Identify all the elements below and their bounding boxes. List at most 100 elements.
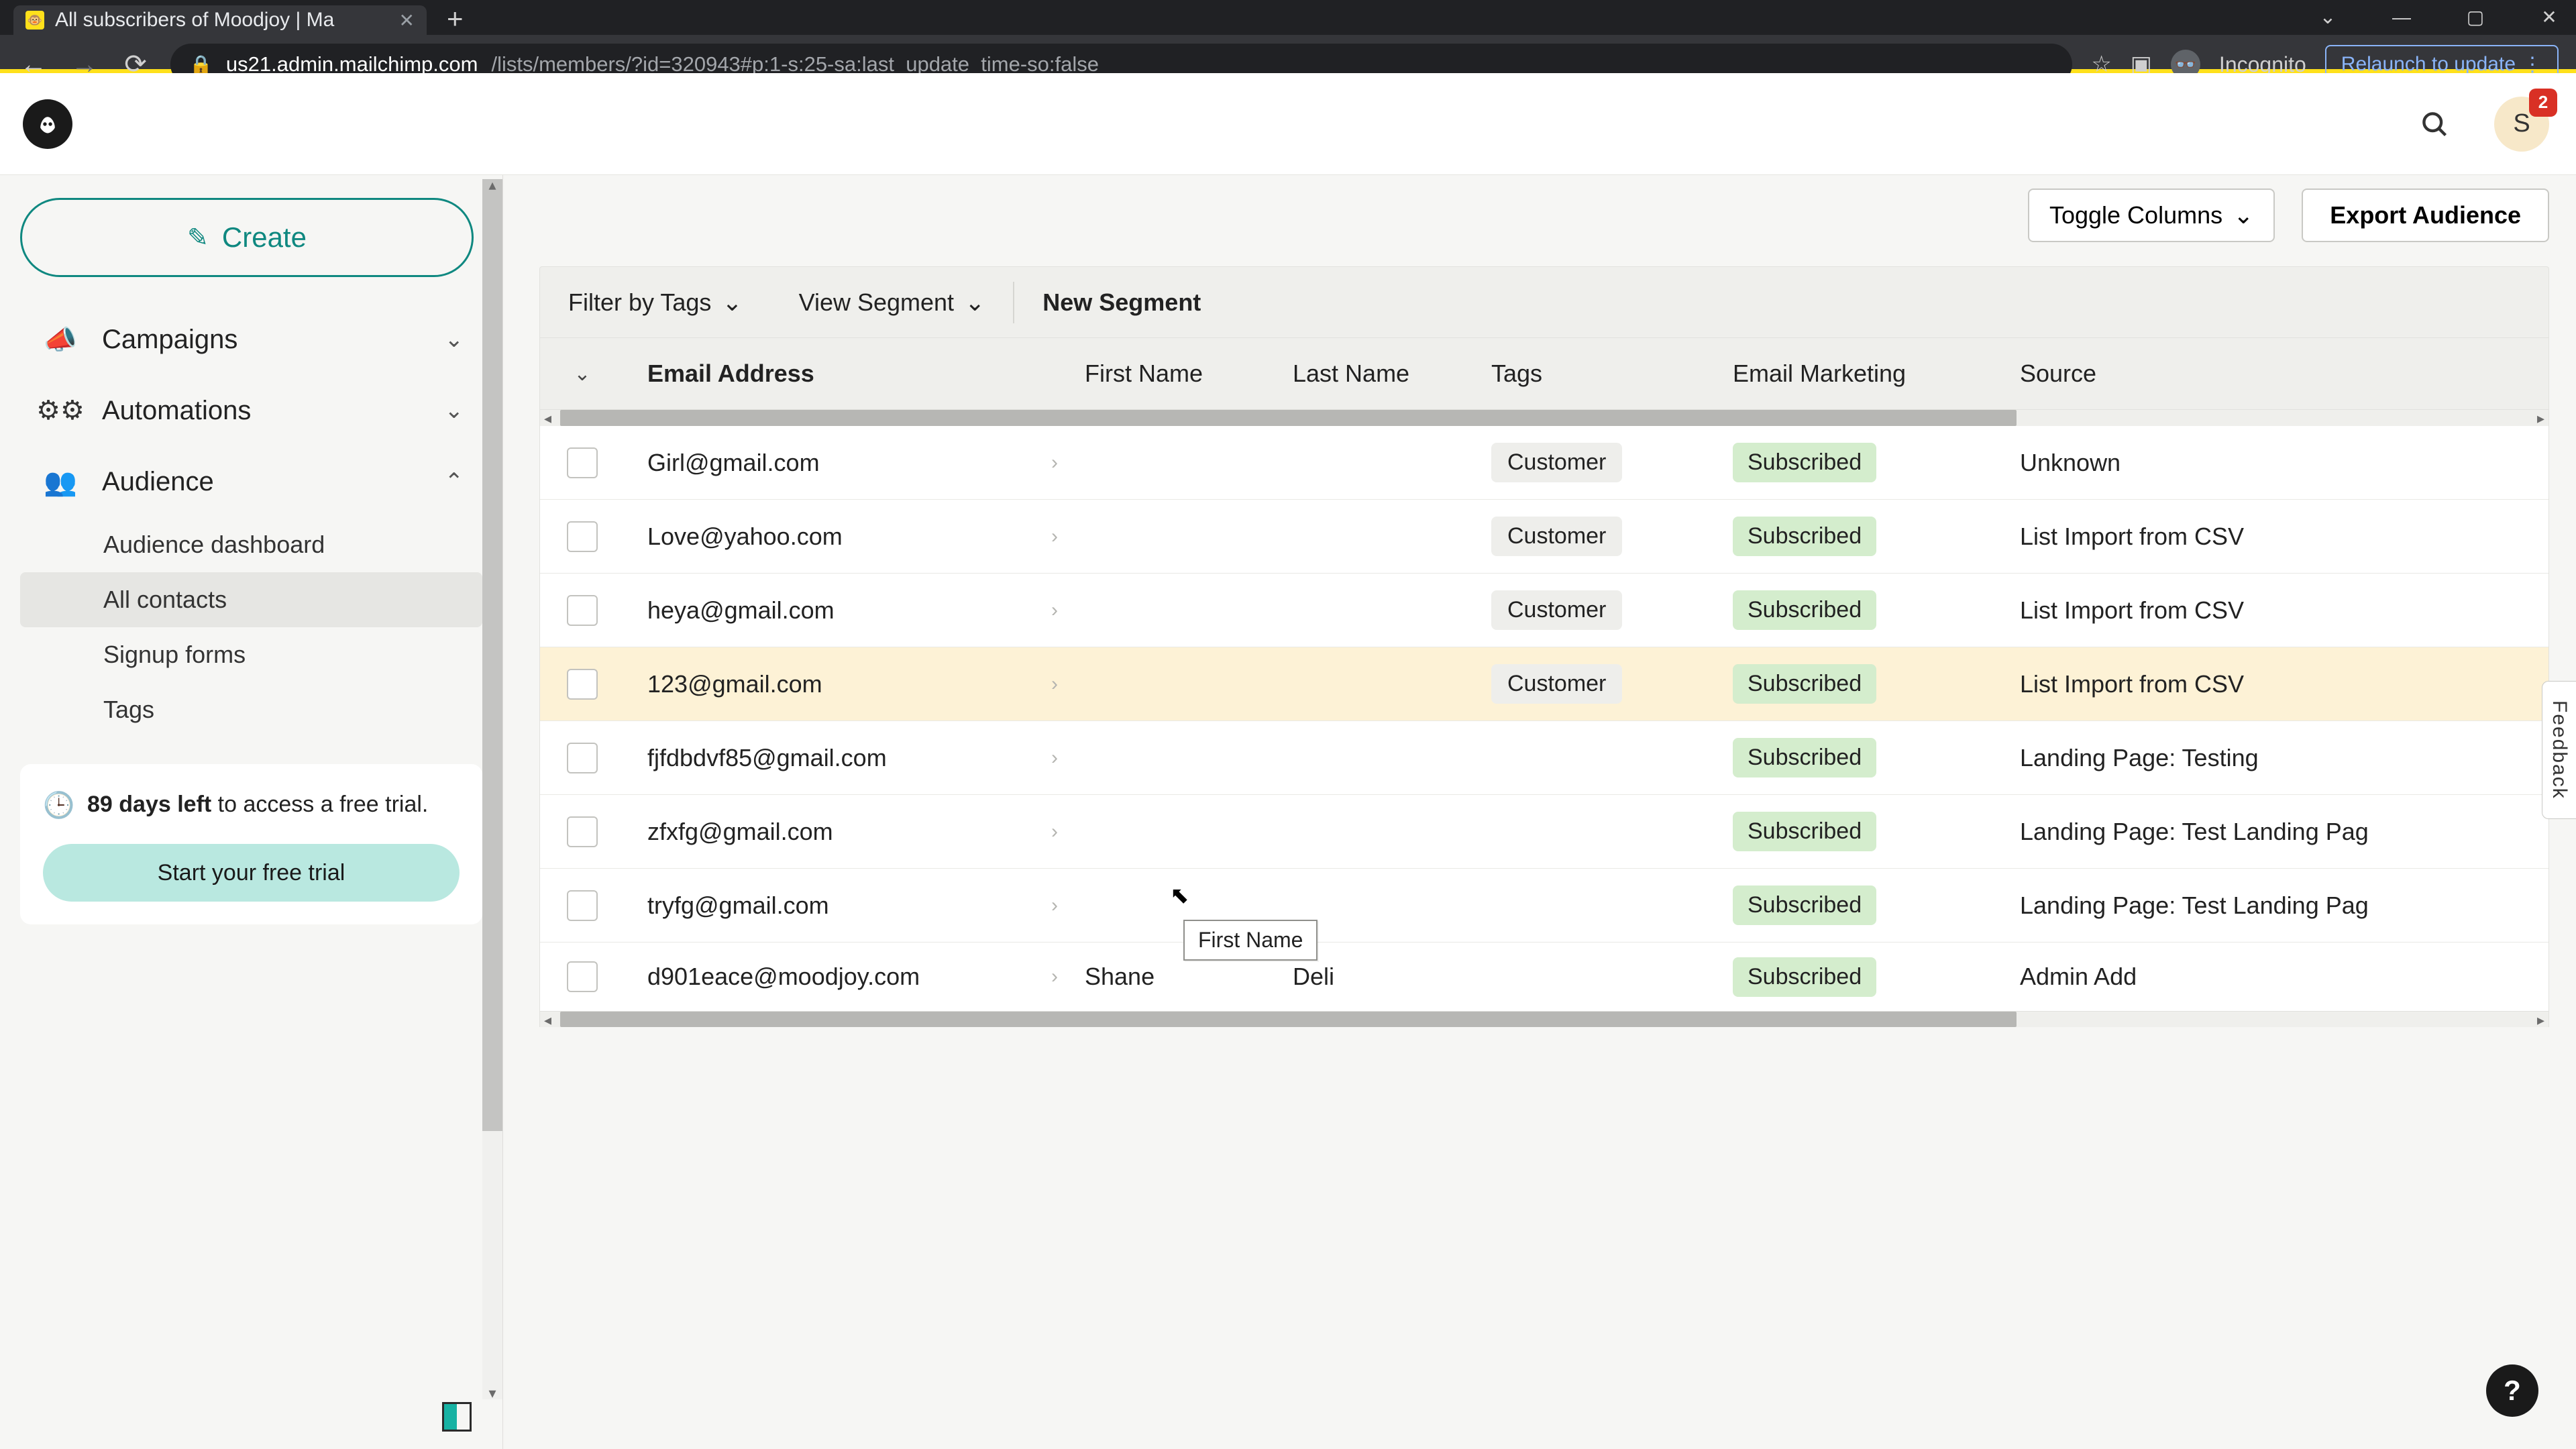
col-email[interactable]: Email Address: [625, 360, 1085, 388]
feedback-tab[interactable]: Feedback: [2542, 681, 2576, 819]
col-last-name[interactable]: Last Name: [1293, 360, 1491, 388]
col-tags[interactable]: Tags: [1491, 360, 1733, 388]
row-checkbox[interactable]: [567, 521, 598, 552]
chevron-right-icon[interactable]: ›: [1051, 451, 1058, 474]
email-text: Love@yahoo.com: [647, 523, 843, 551]
cell-email[interactable]: zfxfg@gmail.com›: [625, 818, 1085, 846]
cell-email[interactable]: fjfdbdvf85@gmail.com ›: [625, 744, 1085, 772]
tag-badge[interactable]: Customer: [1491, 443, 1622, 482]
scroll-thumb[interactable]: [560, 1012, 2017, 1027]
horizontal-scrollbar-bottom[interactable]: ◂ ▸: [539, 1011, 2549, 1027]
tab-close-icon[interactable]: ✕: [399, 9, 415, 32]
new-tab-button[interactable]: +: [447, 3, 464, 35]
scroll-right-icon[interactable]: ▸: [2537, 410, 2544, 427]
chevron-right-icon[interactable]: ›: [1051, 525, 1058, 548]
chevron-right-icon[interactable]: ›: [1051, 747, 1058, 769]
filter-by-tags[interactable]: Filter by Tags ⌄: [540, 267, 771, 337]
cell-email[interactable]: heya@gmail.com›: [625, 596, 1085, 625]
chevron-right-icon[interactable]: ›: [1051, 894, 1058, 917]
chevron-right-icon[interactable]: ›: [1051, 965, 1058, 988]
sidebar-scrollbar[interactable]: ▴ ▾: [482, 179, 502, 1399]
col-email-marketing[interactable]: Email Marketing: [1733, 360, 2020, 388]
export-audience-button[interactable]: Export Audience: [2302, 189, 2549, 242]
search-icon[interactable]: [2407, 97, 2462, 152]
row-checkbox[interactable]: [567, 890, 598, 921]
status-badge: Subscribed: [1733, 590, 1876, 630]
email-text: fjfdbdvf85@gmail.com: [647, 744, 887, 772]
scroll-thumb[interactable]: [482, 179, 502, 1131]
scroll-thumb[interactable]: [560, 410, 2017, 426]
row-checkbox[interactable]: [567, 595, 598, 626]
row-checkbox-cell: [540, 890, 625, 921]
user-avatar[interactable]: S 2: [2494, 97, 2549, 152]
trial-days: 89 days left: [87, 792, 211, 817]
window-maximize-icon[interactable]: ▢: [2462, 6, 2489, 28]
cell-email-marketing: Subscribed: [1733, 738, 2020, 777]
browser-tab[interactable]: 🐵 All subscribers of Moodjoy | Ma ✕: [13, 5, 427, 35]
extension-icon[interactable]: [442, 1402, 472, 1432]
cell-source: List Import from CSV: [2020, 596, 2548, 625]
nav-tags[interactable]: Tags: [20, 682, 482, 737]
start-trial-button[interactable]: Start your free trial: [43, 844, 460, 902]
row-checkbox-cell: [540, 521, 625, 552]
row-checkbox-cell: [540, 669, 625, 700]
create-button[interactable]: ✎ Create: [20, 198, 474, 277]
audience-icon: 👥: [42, 466, 79, 498]
table-row[interactable]: d901eace@moodjoy.com›ShaneDeliSubscribed…: [540, 943, 2548, 1011]
row-checkbox[interactable]: [567, 961, 598, 992]
table-row[interactable]: tryfg@gmail.com› SubscribedLanding Page: …: [540, 869, 2548, 943]
table-row[interactable]: fjfdbdvf85@gmail.com›SubscribedLanding P…: [540, 721, 2548, 795]
scroll-right-icon[interactable]: ▸: [2537, 1012, 2544, 1029]
window-minimize-icon[interactable]: —: [2388, 7, 2415, 28]
cell-email-marketing: Subscribed: [1733, 443, 2020, 482]
table-row[interactable]: zfxfg@gmail.com›SubscribedLanding Page: …: [540, 795, 2548, 869]
scroll-left-icon[interactable]: ◂: [544, 410, 551, 427]
scroll-up-icon[interactable]: ▴: [482, 176, 502, 194]
table-row[interactable]: Girl@gmail.com›CustomerSubscribedUnknown: [540, 426, 2548, 500]
chevron-right-icon[interactable]: ›: [1051, 820, 1058, 843]
cell-email[interactable]: Love@yahoo.com ›: [625, 523, 1085, 551]
nav-campaigns[interactable]: 📣 Campaigns ⌄: [20, 304, 482, 375]
scroll-left-icon[interactable]: ◂: [544, 1012, 551, 1029]
row-checkbox[interactable]: [567, 669, 598, 700]
nav-all-contacts[interactable]: All contacts: [20, 572, 482, 627]
horizontal-scrollbar-top[interactable]: ◂ ▸: [539, 410, 2549, 426]
table-row[interactable]: Love@yahoo.com›CustomerSubscribedList Im…: [540, 500, 2548, 574]
nav-automations[interactable]: ⚙⚙ Automations ⌄: [20, 375, 482, 446]
select-all-toggle[interactable]: ⌄: [540, 362, 625, 386]
cell-email-marketing: Subscribed: [1733, 885, 2020, 925]
tag-badge[interactable]: Customer: [1491, 664, 1622, 704]
cell-email[interactable]: Girl@gmail.com›: [625, 449, 1085, 477]
nav-audience[interactable]: 👥 Audience ⌃: [20, 446, 482, 517]
mailchimp-logo[interactable]: [23, 99, 72, 149]
cell-email[interactable]: d901eace@moodjoy.com ›: [625, 963, 1085, 991]
tag-badge[interactable]: Customer: [1491, 517, 1622, 556]
tabs-dropdown-icon[interactable]: ⌄: [2314, 5, 2341, 29]
cell-source: Landing Page: Test Landing Pag: [2020, 892, 2548, 920]
nav-audience-dashboard[interactable]: Audience dashboard: [20, 517, 482, 572]
table-row[interactable]: heya@gmail.com› Customer Subscribed List Im…: [540, 574, 2548, 647]
cell-source: Admin Add: [2020, 963, 2548, 991]
tag-badge[interactable]: Customer: [1491, 590, 1622, 630]
scroll-down-icon[interactable]: ▾: [482, 1385, 502, 1402]
row-checkbox[interactable]: [567, 447, 598, 478]
toggle-columns-button[interactable]: Toggle Columns ⌄: [2028, 189, 2275, 242]
view-segment[interactable]: View Segment ⌄: [771, 267, 1014, 337]
window-close-icon[interactable]: ✕: [2536, 6, 2563, 28]
email-text: d901eace@moodjoy.com: [647, 963, 920, 991]
help-button[interactable]: ?: [2486, 1364, 2538, 1417]
cell-email[interactable]: tryfg@gmail.com›: [625, 892, 1085, 920]
chevron-down-icon: ⌄: [445, 326, 464, 353]
nav-signup-forms[interactable]: Signup forms: [20, 627, 482, 682]
cell-email[interactable]: 123@gmail.com›: [625, 670, 1085, 698]
chevron-down-icon: ⌄: [2233, 201, 2253, 229]
row-checkbox[interactable]: [567, 816, 598, 847]
chevron-right-icon[interactable]: ›: [1051, 673, 1058, 696]
col-source[interactable]: Source: [2020, 360, 2548, 388]
avatar-initial: S: [2513, 109, 2530, 138]
row-checkbox[interactable]: [567, 743, 598, 773]
table-row[interactable]: 123@gmail.com›CustomerSubscribedList Imp…: [540, 647, 2548, 721]
chevron-right-icon[interactable]: ›: [1051, 599, 1058, 622]
col-first-name[interactable]: First Name: [1085, 360, 1293, 388]
new-segment-button[interactable]: New Segment: [1014, 267, 1229, 337]
